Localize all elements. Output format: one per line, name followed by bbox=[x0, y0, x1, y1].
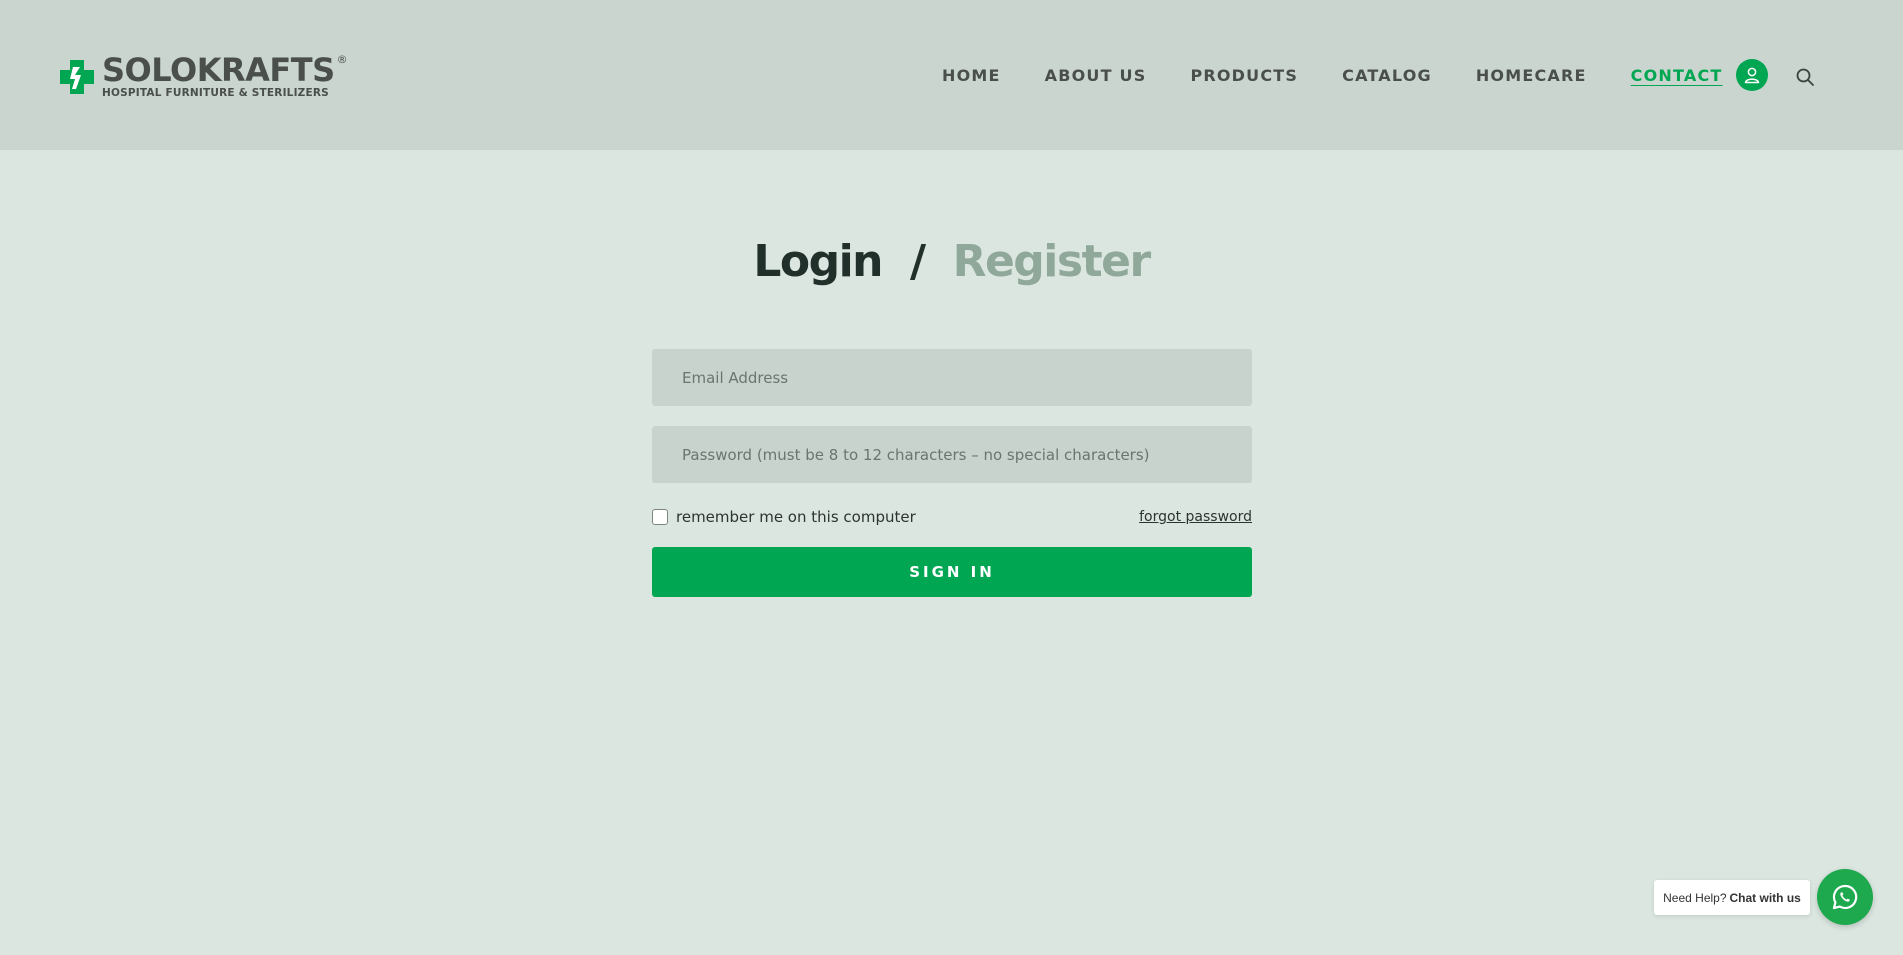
form-options-row: remember me on this computer forgot pass… bbox=[652, 507, 1252, 527]
nav-products[interactable]: PRODUCTS bbox=[1190, 66, 1298, 85]
remember-me[interactable]: remember me on this computer bbox=[652, 508, 916, 526]
login-tab[interactable]: Login bbox=[753, 234, 883, 290]
brand-name: SOLOKRAFTS bbox=[102, 51, 335, 89]
nav-catalog[interactable]: CATALOG bbox=[1342, 66, 1432, 85]
nav-about-us[interactable]: ABOUT US bbox=[1045, 66, 1147, 85]
brand-tagline: HOSPITAL FURNITURE & STERILIZERS bbox=[102, 87, 329, 99]
forgot-password-link[interactable]: forgot password bbox=[1139, 509, 1252, 525]
help-tooltip[interactable]: Need Help? Chat with us bbox=[1654, 880, 1810, 915]
email-field[interactable] bbox=[652, 349, 1252, 406]
register-tab[interactable]: Register bbox=[953, 234, 1152, 290]
help-prefix: Need Help? bbox=[1663, 890, 1727, 905]
login-form: remember me on this computer forgot pass… bbox=[652, 349, 1252, 597]
auth-heading: Login / Register bbox=[0, 234, 1903, 290]
help-action: Chat with us bbox=[1729, 890, 1801, 905]
search-icon bbox=[1796, 68, 1814, 86]
remember-label: remember me on this computer bbox=[676, 508, 916, 526]
site-logo[interactable]: SOLOKRAFTS ® HOSPITAL FURNITURE & STERIL… bbox=[58, 51, 348, 99]
nav-home[interactable]: HOME bbox=[942, 66, 1001, 85]
site-header: SOLOKRAFTS ® HOSPITAL FURNITURE & STERIL… bbox=[0, 0, 1903, 150]
nav-homecare[interactable]: HOMECARE bbox=[1476, 66, 1587, 85]
whatsapp-chat-button[interactable] bbox=[1817, 869, 1873, 925]
tab-separator: / bbox=[910, 236, 926, 287]
remember-checkbox[interactable] bbox=[652, 509, 668, 525]
sign-in-button[interactable]: SIGN IN bbox=[652, 547, 1252, 597]
password-field[interactable] bbox=[652, 426, 1252, 483]
whatsapp-icon bbox=[1832, 884, 1858, 910]
user-icon bbox=[1744, 67, 1760, 84]
cross-wrench-logo-icon bbox=[60, 59, 94, 94]
account-button[interactable] bbox=[1736, 59, 1768, 91]
main-nav: HOME ABOUT US PRODUCTS CATALOG HOMECARE … bbox=[942, 66, 1767, 85]
search-button[interactable] bbox=[1795, 67, 1815, 87]
nav-contact[interactable]: CONTACT bbox=[1631, 66, 1723, 85]
registered-mark: ® bbox=[336, 53, 348, 66]
